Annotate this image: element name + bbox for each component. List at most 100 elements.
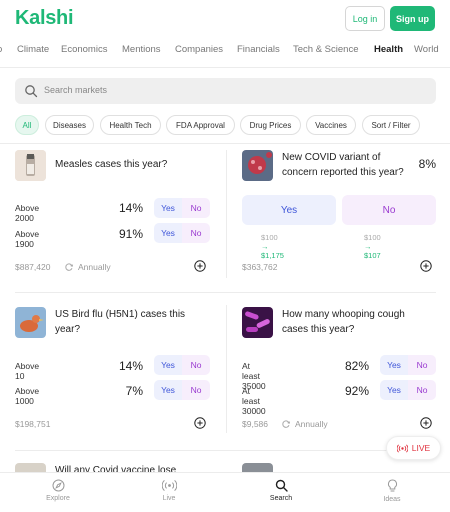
bird-image (15, 307, 46, 338)
kalshi-logo[interactable]: Kalshi (15, 7, 74, 30)
yes-button[interactable]: Yes (242, 195, 336, 225)
section-divider (0, 143, 450, 144)
outcome-probability: 91% (118, 227, 143, 241)
frequency-text: Annually (78, 262, 111, 272)
chip-drug-prices[interactable]: Drug Prices (240, 115, 301, 135)
signup-button[interactable]: Sign up (390, 6, 435, 31)
yes-button[interactable]: Yes (154, 198, 182, 218)
outcome-label: Above 2000 (15, 203, 40, 223)
market-title[interactable]: US Bird flu (H5N1) cases this year? (55, 307, 205, 337)
nav-divider (0, 67, 450, 68)
yes-no-pill: Yes No (154, 198, 210, 218)
add-icon[interactable] (194, 260, 206, 272)
recurring-icon (65, 263, 74, 271)
market-title[interactable]: New COVID variant of concern reported th… (282, 150, 417, 180)
no-button[interactable]: No (182, 380, 210, 400)
measles-thumbnail (15, 150, 46, 181)
category-nav: o Climate Economics Mentions Companies F… (0, 44, 450, 60)
market-probability: 8% (418, 157, 436, 171)
search-input[interactable]: Search markets (44, 85, 107, 95)
chip-all[interactable]: All (15, 115, 39, 135)
compass-icon (52, 479, 64, 492)
category-tab-health[interactable]: Health (374, 44, 403, 55)
market-title[interactable]: How many whooping cough cases this year? (282, 307, 427, 337)
market-title[interactable]: Measles cases this year? (55, 157, 225, 172)
nav-ideas[interactable]: Ideas (362, 479, 422, 503)
outcome-label: Above 1000 (15, 386, 40, 406)
partial-thumbnail (15, 463, 46, 472)
lightbulb-icon (387, 479, 397, 492)
no-button[interactable]: No (182, 198, 210, 218)
category-tab-companies[interactable]: Companies (175, 44, 223, 55)
yes-button[interactable]: Yes (154, 355, 182, 375)
add-icon[interactable] (420, 417, 432, 429)
search-bar[interactable]: Search markets (15, 78, 436, 104)
covid-thumbnail (242, 150, 273, 181)
virus-image (242, 150, 273, 181)
nav-search-label: Search (269, 495, 293, 502)
partial-thumbnail (242, 463, 273, 472)
outcome-label: At least 30000 (242, 386, 266, 416)
category-tab-economics[interactable]: Economics (61, 44, 107, 55)
no-button[interactable]: No (182, 355, 210, 375)
yes-button[interactable]: Yes (380, 380, 408, 400)
category-tab-tech-science[interactable]: Tech & Science (293, 44, 358, 55)
yes-no-pill: Yes No (154, 380, 210, 400)
login-button[interactable]: Log in (345, 6, 385, 31)
category-tab-financials[interactable]: Financials (237, 44, 280, 55)
add-icon[interactable] (420, 260, 432, 272)
broadcast-icon (396, 443, 408, 453)
category-tab-world[interactable]: World (414, 44, 439, 55)
payout-to: $107 (364, 251, 381, 260)
nav-ideas-label: Ideas (383, 496, 401, 503)
no-button[interactable]: No (408, 355, 436, 375)
nav-search[interactable]: Search (251, 479, 311, 502)
no-button[interactable]: No (408, 380, 436, 400)
frequency-text: Annually (295, 419, 328, 429)
yes-no-pill: Yes No (380, 380, 436, 400)
add-icon[interactable] (194, 417, 206, 429)
yes-no-pill: Yes No (154, 223, 210, 243)
nav-live[interactable]: Live (139, 479, 199, 502)
outcome-label: Above 10 (15, 361, 40, 381)
bacteria-image (242, 307, 273, 338)
recurring-icon (282, 420, 291, 428)
category-tab-mentions[interactable]: Mentions (122, 44, 161, 55)
category-tab-climate[interactable]: Climate (17, 44, 49, 55)
no-payout: $100 → $107 (364, 233, 381, 260)
category-tab-partial[interactable]: o (0, 44, 2, 55)
chip-diseases[interactable]: Diseases (45, 115, 94, 135)
yes-no-pill: Yes No (380, 355, 436, 375)
column-divider (226, 305, 227, 433)
broadcast-icon (161, 480, 177, 491)
chip-sort-filter[interactable]: Sort / Filter (362, 115, 420, 135)
bottom-nav: Explore Live Search Ideas (0, 472, 450, 512)
bird-flu-thumbnail (15, 307, 46, 338)
outcome-probability: 82% (344, 359, 369, 373)
yes-payout: $100 → $1,175 (261, 233, 284, 260)
chip-vaccines[interactable]: Vaccines (306, 115, 356, 135)
whooping-cough-thumbnail (242, 307, 273, 338)
outcome-probability: 14% (118, 201, 143, 215)
chip-health-tech[interactable]: Health Tech (100, 115, 161, 135)
vial-image (15, 150, 46, 181)
volume-text: $198,751 (15, 419, 51, 429)
no-button[interactable]: No (182, 223, 210, 243)
yes-button[interactable]: Yes (380, 355, 408, 375)
top-header: Kalshi Log in Sign up (0, 0, 450, 38)
live-button[interactable]: LIVE (386, 436, 441, 460)
payout-to: $1,175 (261, 251, 284, 260)
yes-no-pill: Yes No (154, 355, 210, 375)
yes-button[interactable]: Yes (154, 380, 182, 400)
column-divider (226, 150, 227, 278)
nav-explore[interactable]: Explore (28, 479, 88, 502)
chip-fda-approval[interactable]: FDA Approval (166, 115, 235, 135)
no-button[interactable]: No (342, 195, 436, 225)
outcome-probability: 14% (118, 359, 143, 373)
outcome-probability: 7% (125, 384, 143, 398)
outcome-label: Above 1900 (15, 229, 40, 249)
volume-text: $9,586 (242, 419, 268, 429)
volume-text: $887,420 (15, 262, 51, 272)
yes-button[interactable]: Yes (154, 223, 182, 243)
market-title[interactable]: Will any Covid vaccine lose (55, 463, 205, 472)
